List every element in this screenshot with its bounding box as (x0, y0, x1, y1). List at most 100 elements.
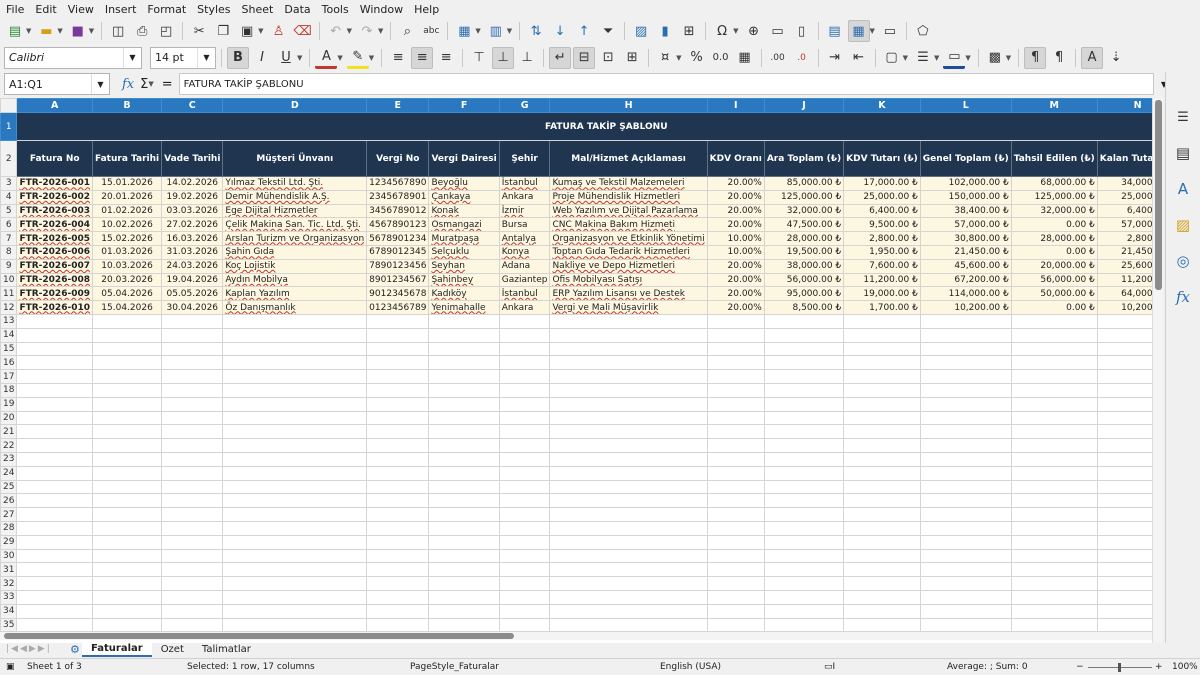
table-cell[interactable] (498, 355, 551, 371)
table-cell[interactable] (919, 507, 1012, 522)
show-draw-functions-icon[interactable]: ⬠ (912, 20, 934, 42)
table-cell[interactable] (919, 493, 1012, 509)
align-top-icon[interactable]: ⊤ (468, 47, 490, 69)
table-cell[interactable] (549, 562, 708, 578)
table-cell[interactable] (366, 341, 430, 357)
table-cell[interactable] (843, 424, 921, 440)
add-sheet-icon[interactable]: ⚙ (70, 643, 82, 656)
table-cell[interactable]: 20,000.00 ₺ (1010, 258, 1098, 274)
table-cell[interactable] (843, 327, 921, 343)
font-size-box[interactable]: 14 pt ▼ (150, 46, 216, 69)
row-header[interactable]: 34 (0, 603, 18, 619)
table-cell[interactable] (161, 382, 224, 398)
table-cell[interactable] (91, 465, 163, 481)
table-cell[interactable] (498, 520, 551, 536)
table-cell[interactable] (498, 424, 551, 440)
table-cell[interactable]: 20.01.2026 (91, 189, 163, 205)
row-header[interactable]: 4 (0, 189, 18, 205)
table-cell[interactable]: 2,800.00 ₺ (843, 231, 921, 246)
table-cell[interactable] (549, 493, 708, 509)
table-cell[interactable]: Antalya (498, 231, 551, 246)
table-cell[interactable] (366, 438, 430, 453)
table-cell[interactable] (549, 369, 708, 384)
row-header[interactable]: 14 (0, 327, 18, 343)
table-cell[interactable] (16, 479, 93, 495)
table-cell[interactable] (706, 479, 765, 495)
table-cell[interactable] (1010, 438, 1098, 453)
table-cell[interactable]: Ege Dijital Hizmetler (222, 203, 368, 219)
table-cell[interactable] (428, 520, 500, 536)
table-cell[interactable] (16, 507, 93, 522)
menu-icon[interactable]: ☰ (1172, 106, 1194, 128)
table-cell[interactable] (161, 396, 224, 412)
table-cell[interactable]: Toptan Gıda Tedarik Hizmetleri (549, 244, 708, 260)
table-cell[interactable] (428, 327, 500, 343)
align-bottom-icon[interactable]: ⊥ (516, 47, 538, 69)
table-cell[interactable] (91, 548, 163, 564)
table-cell[interactable]: 5678901234 (366, 231, 430, 246)
row-header[interactable]: 6 (0, 217, 18, 233)
define-print-area-icon[interactable]: ▤ (824, 20, 846, 42)
table-cell[interactable] (843, 603, 921, 619)
table-cell[interactable] (763, 548, 845, 564)
table-cell[interactable]: 20.00% (706, 203, 765, 219)
table-cell[interactable] (498, 410, 551, 426)
table-cell[interactable] (16, 603, 93, 619)
table-cell[interactable] (706, 355, 765, 371)
table-cell[interactable] (366, 493, 430, 509)
table-cell[interactable] (91, 424, 163, 440)
table-cell[interactable] (706, 603, 765, 619)
row-header[interactable]: 35 (0, 617, 18, 633)
menu-item-view[interactable]: View (68, 3, 94, 16)
table-cell[interactable] (428, 465, 500, 481)
table-cell[interactable]: 45,600.00 ₺ (919, 258, 1012, 274)
table-cell[interactable] (366, 327, 430, 343)
table-cell[interactable] (843, 396, 921, 412)
table-cell[interactable]: Nakliye ve Depo Hizmetleri (549, 258, 708, 274)
print-preview-icon[interactable]: ◰ (155, 20, 177, 42)
table-cell[interactable]: 114,000.00 ₺ (919, 286, 1012, 302)
table-cell[interactable] (16, 382, 93, 398)
table-cell[interactable]: Proje Mühendislik Hizmetleri (549, 189, 708, 205)
redo-icon[interactable]: ↷ (356, 20, 378, 42)
table-cell[interactable]: FTR-2026-005 (16, 231, 93, 246)
table-cell[interactable] (498, 369, 551, 384)
table-cell[interactable] (161, 617, 224, 633)
special-character-icon[interactable]: Ω (711, 20, 733, 42)
table-cell[interactable] (763, 451, 845, 467)
table-cell[interactable]: 0.00 ₺ (1010, 244, 1098, 260)
name-box[interactable]: A1:Q1 ▼ (4, 73, 110, 95)
table-cell[interactable]: CNC Makina Bakım Hizmeti (549, 217, 708, 233)
export-pdf-icon[interactable]: ◫ (107, 20, 129, 42)
table-cell[interactable]: 19,500.00 ₺ (763, 244, 845, 260)
row-header[interactable]: 23 (0, 451, 18, 467)
table-cell[interactable]: 01.02.2026 (91, 203, 163, 219)
table-cell[interactable] (91, 493, 163, 509)
sort-icon[interactable]: ⇅ (525, 20, 547, 42)
menu-item-insert[interactable]: Insert (105, 3, 137, 16)
row-header[interactable]: 1 (0, 112, 18, 141)
align-middle-icon[interactable]: ⊥ (492, 46, 515, 69)
table-cell[interactable] (161, 603, 224, 619)
table-cell[interactable] (366, 589, 430, 605)
table-cell[interactable] (763, 355, 845, 371)
select-all-corner[interactable] (0, 98, 18, 113)
table-cell[interactable] (91, 355, 163, 371)
cut-icon[interactable]: ✂ (188, 20, 210, 42)
table-cell[interactable]: 56,000.00 ₺ (763, 272, 845, 288)
row-header[interactable]: 25 (0, 479, 18, 495)
table-cell[interactable] (222, 396, 368, 412)
table-cell[interactable] (498, 507, 551, 522)
table-cell[interactable] (1010, 396, 1098, 412)
table-cell[interactable] (161, 327, 224, 343)
column-header-l[interactable]: L (919, 98, 1012, 113)
table-cell[interactable]: 0.00 ₺ (1010, 300, 1098, 315)
table-cell[interactable]: 4567890123 (366, 217, 430, 233)
table-cell[interactable] (843, 313, 921, 329)
table-cell[interactable]: Konak (428, 203, 500, 219)
column-header-h[interactable]: H (549, 98, 708, 113)
table-cell[interactable]: 19.04.2026 (161, 272, 224, 288)
table-cell[interactable] (91, 313, 163, 329)
table-cell[interactable]: 20.00% (706, 189, 765, 205)
table-cell[interactable] (1010, 589, 1098, 605)
